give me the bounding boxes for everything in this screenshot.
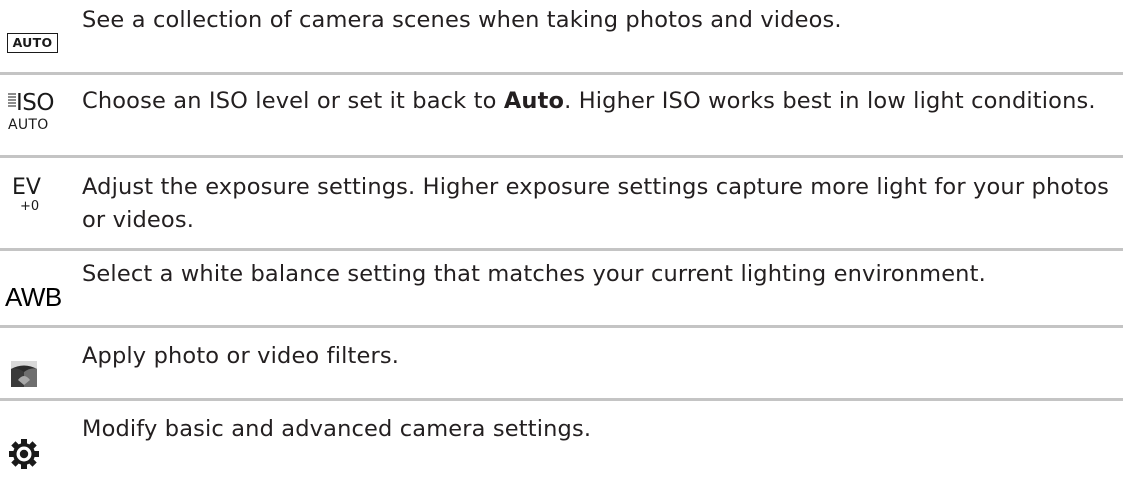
ev-sub-label: +0 bbox=[20, 199, 40, 214]
filter-icon bbox=[11, 361, 37, 387]
icon-cell bbox=[0, 328, 70, 398]
scene-auto-icon: AUTO bbox=[7, 33, 58, 53]
white-balance-icon: AWB bbox=[5, 282, 62, 312]
icon-cell: EV +0 bbox=[0, 158, 70, 248]
table-row-iso: ISO AUTO Choose an ISO level or set it b… bbox=[0, 75, 1123, 155]
ev-main-label: EV bbox=[12, 175, 41, 200]
row-description: See a collection of camera scenes when t… bbox=[82, 7, 842, 33]
row-description: Modify basic and advanced camera setting… bbox=[82, 416, 592, 442]
icon-cell: AUTO bbox=[0, 0, 70, 72]
iso-icon: ISO AUTO bbox=[8, 89, 68, 145]
desc-text: . Higher ISO works best in low light con… bbox=[564, 88, 1096, 114]
icon-cell: AWB bbox=[0, 251, 70, 325]
icon-cell: ISO AUTO bbox=[0, 75, 70, 155]
gear-icon bbox=[9, 439, 39, 469]
table-row-white-balance: AWB Select a white balance setting that … bbox=[0, 251, 1123, 325]
table-row-filter: Apply photo or video filters. bbox=[0, 328, 1123, 398]
row-description: Apply photo or video filters. bbox=[82, 343, 400, 369]
iso-main-label: ISO bbox=[16, 90, 55, 116]
table-row-settings: Modify basic and advanced camera setting… bbox=[0, 401, 1123, 478]
desc-bold: Auto bbox=[503, 88, 565, 114]
iso-max-label bbox=[8, 93, 16, 108]
row-description: Adjust the exposure settings. Higher exp… bbox=[82, 174, 1110, 233]
table-row-scene: AUTO See a collection of camera scenes w… bbox=[0, 0, 1123, 72]
row-description: Select a white balance setting that matc… bbox=[82, 261, 986, 287]
row-description: Choose an ISO level or set it back to Au… bbox=[82, 85, 1119, 118]
desc-text: Choose an ISO level or set it back to bbox=[82, 88, 504, 114]
iso-sub-label: AUTO bbox=[8, 117, 49, 133]
table-row-exposure: EV +0 Adjust the exposure settings. High… bbox=[0, 158, 1123, 248]
icon-cell bbox=[0, 401, 70, 478]
